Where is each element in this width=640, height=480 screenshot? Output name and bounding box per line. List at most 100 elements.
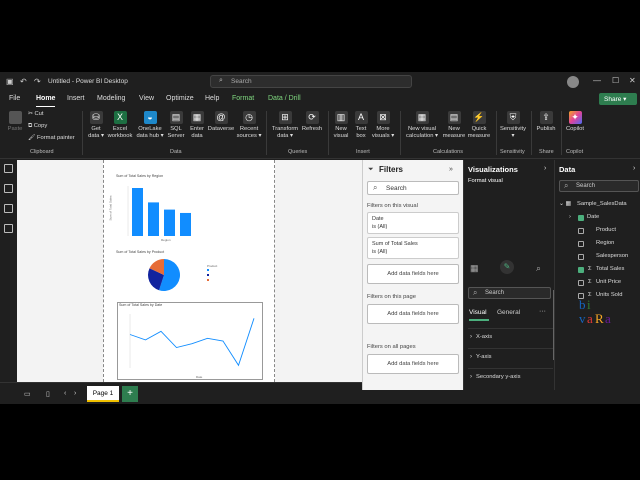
menu-modeling[interactable]: Modeling (97, 95, 125, 102)
group-calculations: Calculations (433, 149, 463, 155)
menu-insert[interactable]: Insert (67, 95, 85, 102)
sql-server-button[interactable]: ▤ SQL Server (166, 111, 186, 140)
menu-data-drill[interactable]: Data / Drill (268, 95, 301, 102)
close-icon[interactable]: ✕ (629, 76, 636, 85)
minimize-icon[interactable]: — (593, 76, 601, 85)
menu-home[interactable]: Home (36, 95, 56, 108)
model-view-icon[interactable] (4, 204, 13, 213)
data-search[interactable]: ⌕ Search (559, 180, 639, 192)
group-copilot: Copilot (566, 149, 584, 155)
section-y-axis[interactable]: › Y-axis (468, 348, 553, 367)
section-x-axis[interactable]: › X-axis (468, 328, 553, 347)
dataverse-button[interactable]: @ Dataverse (207, 111, 235, 133)
format-painter-button[interactable]: 🖌 Format painter (28, 135, 75, 141)
onelake-button[interactable]: ◒ OneLake data hub ▾ (134, 111, 166, 140)
filters-search[interactable]: ⌕ Search (367, 181, 459, 195)
checkbox-total-sales[interactable] (578, 267, 584, 273)
field-salesperson[interactable]: Salesperson (596, 253, 628, 259)
table-view-icon[interactable] (4, 184, 13, 193)
menu-file[interactable]: File (9, 95, 20, 102)
add-page-button[interactable]: + (122, 386, 138, 402)
report-canvas[interactable]: Sum of Total Sales by Region Region Sum … (17, 160, 362, 382)
table-name[interactable]: Sample_SalesData (577, 201, 627, 207)
dax-query-view-icon[interactable] (4, 224, 13, 233)
new-measure-button[interactable]: ▤ New measure (442, 111, 466, 140)
copy-button[interactable]: ⧉ Copy (28, 123, 47, 130)
publish-button[interactable]: ⇪ Publish (534, 111, 558, 133)
checkbox-unit-price[interactable] (578, 280, 584, 286)
prev-page-icon[interactable]: ‹ (64, 390, 66, 397)
menu-optimize[interactable]: Optimize (166, 95, 194, 102)
tab-general[interactable]: General (497, 309, 520, 316)
share-button[interactable]: Share ▾ (599, 93, 637, 105)
menu-help[interactable]: Help (205, 95, 219, 102)
tab-visual[interactable]: Visual (469, 309, 487, 316)
build-visual-icon[interactable]: ▦ (470, 263, 479, 274)
bar[interactable] (132, 188, 143, 236)
redo-icon[interactable]: ↷ (34, 77, 41, 86)
menu-format[interactable]: Format (232, 95, 254, 102)
title-search-box[interactable]: ⌕ Search (210, 75, 412, 88)
format-brush-icon[interactable]: ✎ (500, 260, 514, 274)
paste-button[interactable]: Paste (6, 111, 24, 133)
checkbox-date[interactable] (578, 215, 584, 221)
new-visual-calculation-button[interactable]: ▦ New visual calculation ▾ (403, 111, 441, 140)
filter-card-total-sales[interactable]: Sum of Total Sales is (All) (367, 237, 459, 259)
get-data-button[interactable]: ⛁ Get data ▾ (86, 111, 106, 140)
report-view-icon[interactable] (4, 164, 13, 173)
field-unit-price[interactable]: Unit Price (596, 279, 621, 285)
pie-chart[interactable] (144, 257, 184, 293)
cut-button[interactable]: ✂ Cut (28, 111, 44, 117)
excel-button[interactable]: X Excel workbook (106, 111, 134, 140)
section-secondary-y-axis[interactable]: › Secondary y-axis (468, 368, 553, 387)
line-series[interactable] (129, 318, 255, 367)
menu-view[interactable]: View (139, 95, 154, 102)
report-page[interactable]: Sum of Total Sales by Region Region Sum … (103, 160, 275, 382)
menu-bar: File Home Insert Modeling View Optimize … (0, 92, 640, 108)
bar[interactable] (164, 209, 175, 236)
checkbox-region[interactable] (578, 241, 584, 247)
table-expand-icon[interactable]: ⌄ ▦ (559, 201, 571, 207)
letterbox-top (0, 0, 640, 72)
transform-data-button[interactable]: ⊞ Transform data ▾ (270, 111, 300, 140)
enter-data-button[interactable]: ▦ Enter data (187, 111, 207, 140)
recent-sources-button[interactable]: ◷ Recent sources ▾ (236, 111, 262, 140)
refresh-button[interactable]: ⟳ Refresh (300, 111, 324, 133)
add-data-fields-visual[interactable]: Add data fields here (367, 264, 459, 284)
text-box-button[interactable]: A Text box (352, 111, 370, 140)
bar-chart[interactable] (110, 180, 210, 242)
line-chart[interactable] (124, 310, 260, 374)
checkbox-product[interactable] (578, 228, 584, 234)
quick-measure-button[interactable]: ⚡ Quick measure (466, 111, 492, 140)
mobile-view-icon[interactable]: ▯ (46, 390, 50, 398)
sensitivity-button[interactable]: ⛨ Sensitivity ▾ (498, 111, 528, 140)
visualizations-search[interactable]: ⌕ Search (468, 287, 551, 299)
chevron-right-icon[interactable]: › (569, 214, 571, 220)
avatar[interactable] (567, 76, 579, 88)
field-region[interactable]: Region (596, 240, 614, 246)
chevron-right-icon[interactable]: › (544, 165, 546, 172)
undo-icon[interactable]: ↶ (20, 77, 27, 86)
maximize-icon[interactable]: ☐ (612, 76, 619, 85)
new-visual-button[interactable]: ▥ New visual (331, 111, 351, 140)
checkbox-salesperson[interactable] (578, 254, 584, 260)
more-options-icon[interactable]: ··· (539, 308, 546, 315)
collapse-icon[interactable]: » (449, 166, 453, 173)
analytics-icon[interactable]: ⌕ (536, 263, 541, 274)
add-data-fields-page[interactable]: Add data fields here (367, 304, 459, 324)
field-product[interactable]: Product (596, 227, 616, 233)
field-date[interactable]: Date (587, 214, 599, 220)
tab-page-1[interactable]: Page 1 (87, 386, 119, 402)
more-visuals-button[interactable]: ⊠ More visuals ▾ (370, 111, 396, 140)
next-page-icon[interactable]: › (74, 390, 76, 397)
field-total-sales[interactable]: Total Sales (596, 266, 624, 272)
desktop-view-icon[interactable]: ▭ (24, 390, 31, 398)
pie-legend-title: Product (207, 264, 218, 268)
filter-card-date[interactable]: Date is (All) (367, 212, 459, 234)
save-icon[interactable]: ▣ (6, 77, 14, 86)
bar[interactable] (180, 212, 191, 236)
bar[interactable] (148, 202, 159, 236)
copilot-button[interactable]: ✦ Copilot (563, 111, 587, 133)
add-data-fields-all-pages[interactable]: Add data fields here (367, 354, 459, 374)
chevron-right-icon[interactable]: › (633, 165, 635, 172)
